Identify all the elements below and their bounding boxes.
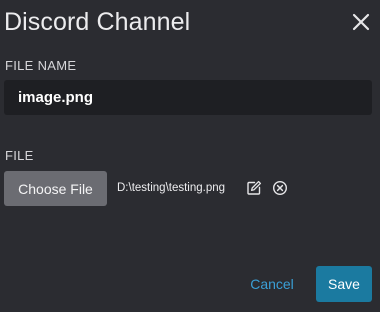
file-name-label: FILE NAME (5, 58, 77, 73)
edit-icon[interactable] (246, 180, 262, 196)
save-button[interactable]: Save (316, 266, 372, 302)
close-icon[interactable] (349, 10, 373, 34)
choose-file-button[interactable]: Choose File (4, 171, 107, 206)
file-path: D:\testing\testing.png (117, 182, 226, 194)
remove-circle-icon[interactable] (272, 180, 288, 196)
cancel-button[interactable]: Cancel (240, 266, 304, 302)
dialog-title: Discord Channel (4, 8, 191, 36)
discord-channel-dialog: Discord Channel FILE NAME FILE Choose Fi… (0, 0, 380, 312)
file-label: FILE (5, 148, 34, 163)
file-name-input[interactable] (4, 80, 372, 115)
